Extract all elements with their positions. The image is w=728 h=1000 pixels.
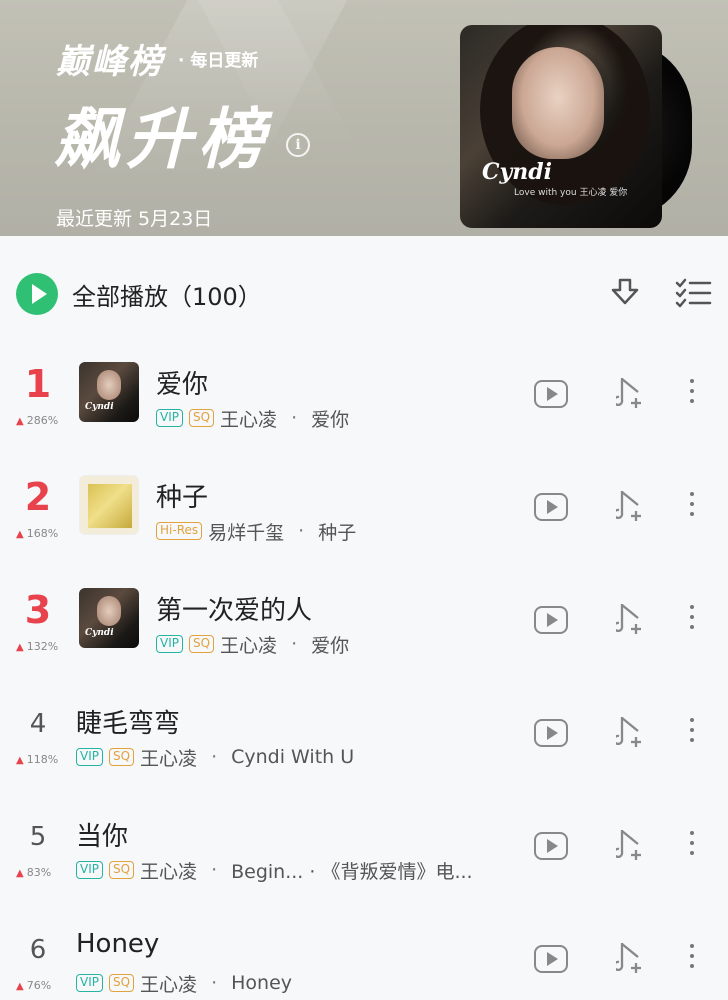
song-title: 第一次爱的人 <box>156 596 313 626</box>
vip-badge: VIP <box>156 635 183 653</box>
add-to-playlist-icon[interactable] <box>616 489 646 523</box>
video-play-icon[interactable] <box>534 493 568 521</box>
add-to-playlist-icon[interactable] <box>616 602 646 636</box>
brand-label: 巅峰榜 <box>56 42 164 82</box>
song-meta: VIP SQ 王心凌 · 爱你 <box>156 631 349 658</box>
info-icon[interactable]: i <box>286 133 310 157</box>
more-options-icon[interactable] <box>684 715 700 749</box>
last-updated-label: 最近更新 5月23日 <box>56 208 213 230</box>
download-icon[interactable] <box>608 276 642 310</box>
add-to-playlist-icon[interactable] <box>616 376 646 410</box>
chart-header: 巅峰榜 · 每日更新 飙升榜 i 最近更新 5月23日 Cyndi Love w… <box>0 0 728 236</box>
rank-number: 2 <box>24 475 52 519</box>
rank-number: 5 <box>29 822 47 852</box>
artist-name[interactable]: 易烊千玺 <box>208 518 284 545</box>
chart-cover-image[interactable]: Cyndi Love with you 王心凌 爱你 <box>460 25 662 228</box>
video-play-icon[interactable] <box>534 945 568 973</box>
more-options-icon[interactable] <box>684 828 700 862</box>
trend-percent: ▲ 286% <box>16 414 59 427</box>
song-list-panel: 全部播放（100） 1 ▲286% 爱你 VIP SQ 王心凌 · 爱你 <box>0 236 728 1000</box>
album-name[interactable]: 爱你 <box>311 405 349 432</box>
more-options-icon[interactable] <box>684 489 700 523</box>
trend-up-icon: ▲ <box>16 529 24 540</box>
play-icon[interactable] <box>16 273 58 315</box>
play-all-button[interactable]: 全部播放（100） <box>16 272 616 316</box>
artist-name[interactable]: 王心凌 <box>140 970 197 997</box>
video-play-icon[interactable] <box>534 606 568 634</box>
song-row[interactable]: 4 ▲ 118% 睫毛弯弯 VIP SQ 王心凌 · Cyndi With U <box>0 689 728 789</box>
song-row[interactable]: 2 ▲ 168% 种子 Hi-Res 易烊千玺 · 种子 <box>0 463 728 563</box>
add-to-playlist-icon[interactable] <box>616 715 646 749</box>
song-row[interactable]: 6 ▲ 76% Honey VIP SQ 王心凌 · Honey <box>0 915 728 1000</box>
song-row[interactable]: 1 ▲286% 爱你 VIP SQ 王心凌 · 爱你 <box>0 350 728 450</box>
album-thumbnail[interactable] <box>79 362 139 422</box>
artist-name[interactable]: 王心凌 <box>140 857 197 884</box>
rank-number: 1 <box>24 362 52 406</box>
song-meta: VIP SQ 王心凌 · Begin... · 《背叛爱情》电... <box>76 857 473 884</box>
trend-percent: ▲ 76% <box>16 979 52 992</box>
more-options-icon[interactable] <box>684 376 700 410</box>
trend-up-icon: ▲ <box>16 868 24 879</box>
vip-badge: VIP <box>156 409 183 427</box>
daily-update-label: · 每日更新 <box>178 51 259 71</box>
song-title: 种子 <box>156 483 209 513</box>
trend-percent: ▲ 83% <box>16 866 52 879</box>
page-title: 飙升榜 <box>54 101 270 178</box>
song-title: 爱你 <box>156 370 209 400</box>
album-name[interactable]: Cyndi With U <box>231 746 354 768</box>
video-play-icon[interactable] <box>534 719 568 747</box>
more-options-icon[interactable] <box>684 941 700 975</box>
rank-number: 4 <box>29 709 47 739</box>
add-to-playlist-icon[interactable] <box>616 828 646 862</box>
song-meta: VIP SQ 王心凌 · 爱你 <box>156 405 349 432</box>
song-meta: VIP SQ 王心凌 · Honey <box>76 970 292 997</box>
trend-percent: ▲ 168% <box>16 527 59 540</box>
add-to-playlist-icon[interactable] <box>616 941 646 975</box>
video-play-icon[interactable] <box>534 380 568 408</box>
trend-up-icon: ▲ <box>16 755 24 766</box>
vip-badge: VIP <box>76 974 103 992</box>
sq-badge: SQ <box>108 974 135 992</box>
cover-subtitle: Love with you 王心凌 爱你 <box>514 188 628 198</box>
trend-percent: ▲ 132% <box>16 640 59 653</box>
hi-res-badge: Hi-Res <box>156 522 203 540</box>
sq-badge: SQ <box>108 861 135 879</box>
artist-name[interactable]: 王心凌 <box>220 405 277 432</box>
song-row[interactable]: 5 ▲ 83% 当你 VIP SQ 王心凌 · Begin... · 《背叛爱情》… <box>0 802 728 902</box>
album-name[interactable]: 种子 <box>318 518 356 545</box>
sq-badge: SQ <box>108 748 135 766</box>
song-meta: Hi-Res 易烊千玺 · 种子 <box>156 518 356 545</box>
multi-select-icon[interactable] <box>674 276 712 310</box>
artist-name[interactable]: 王心凌 <box>220 631 277 658</box>
album-thumbnail[interactable] <box>79 588 139 648</box>
trend-up-icon: ▲ <box>16 642 24 653</box>
more-options-icon[interactable] <box>684 602 700 636</box>
album-name[interactable]: Honey <box>231 972 292 994</box>
play-all-label: 全部播放（100） <box>72 282 262 311</box>
song-title: 睫毛弯弯 <box>76 709 181 739</box>
vip-badge: VIP <box>76 748 103 766</box>
song-title: Honey <box>76 929 160 959</box>
video-play-icon[interactable] <box>534 832 568 860</box>
album-name[interactable]: Begin... · 《背叛爱情》电... <box>231 857 472 884</box>
song-title: 当你 <box>76 822 129 852</box>
sq-badge: SQ <box>188 409 215 427</box>
song-meta: VIP SQ 王心凌 · Cyndi With U <box>76 744 354 771</box>
song-row[interactable]: 3 ▲132% 第一次爱的人 VIP SQ 王心凌 · 爱你 <box>0 576 728 676</box>
rank-number: 3 <box>24 588 52 632</box>
rank-number: 6 <box>29 935 47 965</box>
trend-percent: ▲ 118% <box>16 753 59 766</box>
album-name[interactable]: 爱你 <box>311 631 349 658</box>
cover-logo: Cyndi <box>482 159 553 185</box>
vip-badge: VIP <box>76 861 103 879</box>
album-thumbnail[interactable] <box>79 475 139 535</box>
sq-badge: SQ <box>188 635 215 653</box>
trend-up-icon: ▲ <box>16 981 24 992</box>
trend-up-icon: ▲ <box>16 416 24 427</box>
artist-name[interactable]: 王心凌 <box>140 744 197 771</box>
